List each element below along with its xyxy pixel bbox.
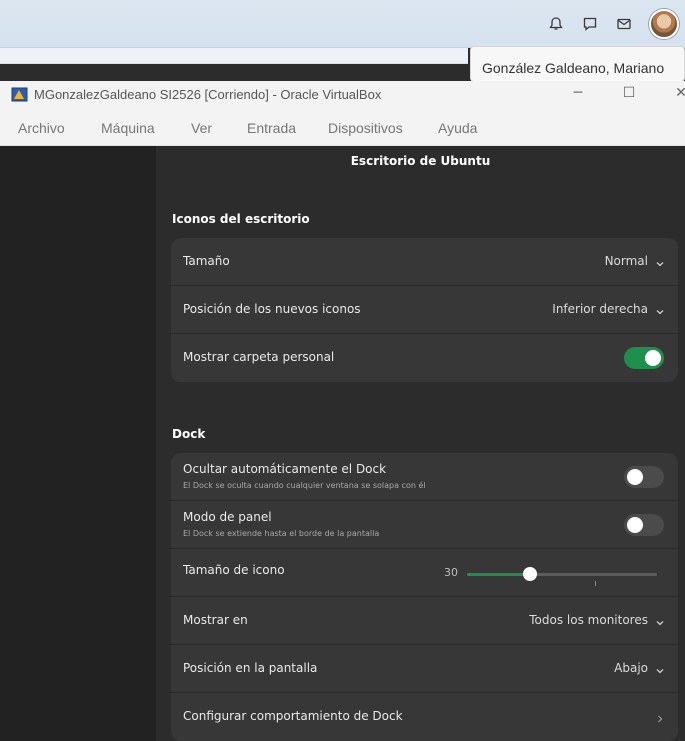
configure-dock-label: Configurar comportamiento de Dock xyxy=(183,709,403,723)
show-on-value: Todos los monitores xyxy=(529,613,648,627)
autohide-row: Ocultar automáticamente el Dock El Dock … xyxy=(171,453,678,501)
chevron-down-icon xyxy=(654,662,666,674)
chevron-down-icon xyxy=(654,614,666,626)
new-icons-position-label: Posición de los nuevos iconos xyxy=(183,302,361,316)
menu-entrada[interactable]: Entrada xyxy=(247,120,296,136)
section-title-desktop-icons: Iconos del escritorio xyxy=(172,212,310,226)
menu-ayuda[interactable]: Ayuda xyxy=(438,120,477,136)
screen-position-label: Posición en la pantalla xyxy=(183,661,318,675)
chevron-down-icon xyxy=(654,303,666,315)
host-taskbar xyxy=(0,0,685,48)
menu-maquina[interactable]: Máquina xyxy=(101,120,155,136)
panel-mode-row: Modo de panel El Dock se extiende hasta … xyxy=(171,501,678,549)
desktop-icons-card: Tamaño Normal Posición de los nuevos ico… xyxy=(171,238,678,382)
panel-mode-toggle[interactable] xyxy=(624,514,664,536)
chevron-down-icon xyxy=(654,255,666,267)
slider-fill xyxy=(467,573,530,576)
new-icons-position-row[interactable]: Posición de los nuevos iconos Inferior d… xyxy=(171,286,678,334)
section-title-dock: Dock xyxy=(172,427,206,441)
autohide-description: El Dock se oculta cuando cualquier venta… xyxy=(183,481,426,490)
show-home-folder-label: Mostrar carpeta personal xyxy=(183,350,335,364)
bell-icon[interactable] xyxy=(547,15,565,33)
maximize-button[interactable]: ☐ xyxy=(618,85,640,105)
toggle-knob xyxy=(645,350,661,366)
menu-archivo[interactable]: Archivo xyxy=(18,120,65,136)
user-avatar[interactable] xyxy=(649,9,679,39)
virtualbox-icon xyxy=(11,86,28,103)
autohide-label: Ocultar automáticamente el Dock xyxy=(183,462,387,476)
minimize-button[interactable]: ─ xyxy=(567,85,589,105)
new-icons-position-value: Inferior derecha xyxy=(552,302,648,316)
configure-dock-row[interactable]: Configurar comportamiento de Dock xyxy=(171,693,678,741)
dock-icon-size-value: 30 xyxy=(444,566,458,579)
slider-handle[interactable] xyxy=(522,567,537,581)
panel-mode-description: El Dock se extiende hasta el borde de la… xyxy=(183,529,380,538)
menu-dispositivos[interactable]: Dispositivos xyxy=(328,120,403,136)
icon-size-label: Tamaño xyxy=(183,254,230,268)
screen-position-value: Abajo xyxy=(614,661,648,675)
menu-ver[interactable]: Ver xyxy=(191,120,212,136)
slider-tick xyxy=(595,581,596,586)
host-strip xyxy=(0,48,468,64)
show-on-row[interactable]: Mostrar en Todos los monitores xyxy=(171,597,678,645)
window-title: MGonzalezGaldeano SI2526 [Corriendo] - O… xyxy=(34,87,382,102)
mail-icon[interactable] xyxy=(615,15,633,33)
dock-icon-size-label: Tamaño de icono xyxy=(183,563,285,577)
toggle-knob xyxy=(627,517,643,533)
virtualbox-menubar: Archivo Máquina Ver Entrada Dispositivos… xyxy=(0,111,685,146)
icon-size-slider-row: Tamaño de icono 30 xyxy=(171,549,678,597)
show-home-folder-row: Mostrar carpeta personal xyxy=(171,334,678,382)
screen-position-row[interactable]: Posición en la pantalla Abajo xyxy=(171,645,678,693)
close-button[interactable]: ✕ xyxy=(670,85,685,105)
settings-content: Escritorio de Ubuntu Iconos del escritor… xyxy=(156,146,685,741)
show-home-folder-toggle[interactable] xyxy=(624,347,664,369)
icon-size-row[interactable]: Tamaño Normal xyxy=(171,238,678,286)
chevron-right-icon xyxy=(654,710,666,723)
show-on-label: Mostrar en xyxy=(183,613,248,627)
settings-sidebar xyxy=(0,146,156,741)
virtualbox-titlebar: MGonzalezGaldeano SI2526 [Corriendo] - O… xyxy=(0,81,685,111)
chat-icon[interactable] xyxy=(581,15,599,33)
panel-mode-label: Modo de panel xyxy=(183,510,272,524)
toggle-knob xyxy=(627,469,643,485)
guest-display: Escritorio de Ubuntu Iconos del escritor… xyxy=(0,146,685,741)
user-tooltip: González Galdeano, Mariano xyxy=(470,46,685,82)
dock-icon-size-slider[interactable] xyxy=(467,567,657,586)
panel-title: Escritorio de Ubuntu xyxy=(350,154,491,168)
icon-size-value: Normal xyxy=(604,254,648,268)
autohide-toggle[interactable] xyxy=(624,466,664,488)
dock-card: Ocultar automáticamente el Dock El Dock … xyxy=(171,453,678,741)
host-tray xyxy=(547,9,679,39)
